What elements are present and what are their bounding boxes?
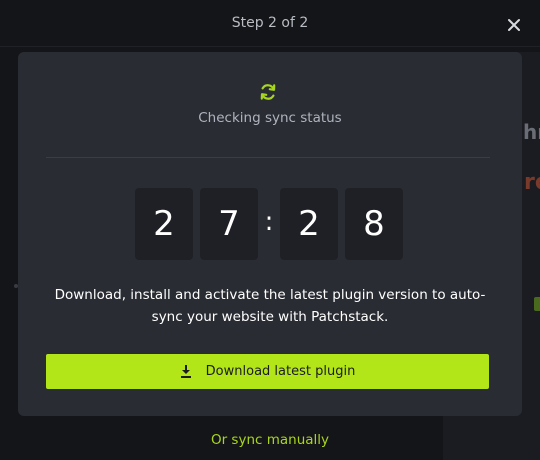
background-divider [0, 46, 540, 47]
sync-manually-link[interactable]: Or sync manually [0, 432, 540, 448]
sync-status-text: Checking sync status [198, 110, 342, 126]
page: hre ro Step 2 of 2 Checking sync status … [0, 0, 540, 460]
sync-icon [260, 84, 276, 100]
timer-digit-seconds-ones: 8 [345, 188, 403, 260]
download-plugin-button[interactable]: Download latest plugin [46, 354, 489, 389]
timer-digit-minutes-ones: 7 [200, 188, 258, 260]
download-button-label: Download latest plugin [205, 364, 356, 379]
sync-modal: Checking sync status 2 7 : 2 8 Download,… [18, 52, 522, 416]
timer-separator: : [264, 207, 274, 237]
background-text-accent: ro [524, 170, 540, 195]
close-button[interactable] [503, 14, 525, 36]
background-indicator [534, 297, 540, 311]
background-text: hre [523, 120, 540, 144]
countdown-timer: 2 7 : 2 8 [135, 188, 403, 260]
close-icon [508, 19, 520, 31]
download-icon [180, 365, 191, 378]
timer-digit-seconds-tens: 2 [280, 188, 338, 260]
step-indicator: Step 2 of 2 [231, 15, 309, 31]
divider [46, 157, 490, 158]
instructions-text: Download, install and activate the lates… [54, 287, 486, 325]
timer-digit-minutes-tens: 2 [135, 188, 193, 260]
